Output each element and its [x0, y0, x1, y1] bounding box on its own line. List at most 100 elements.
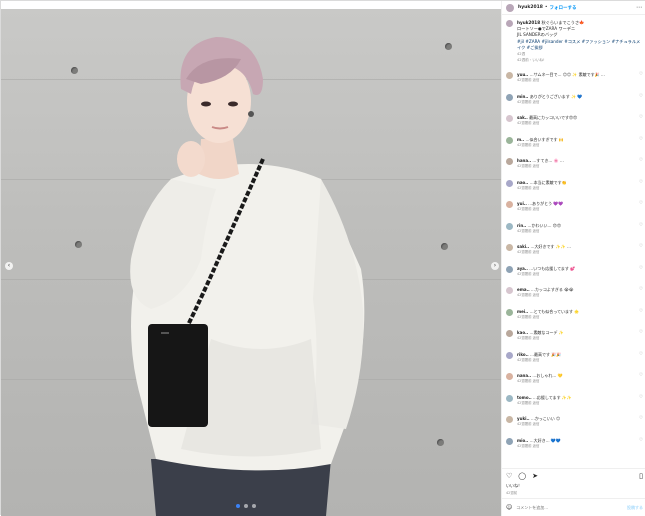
commenter-avatar[interactable]: [506, 351, 513, 359]
comment-heart-icon[interactable]: ♡: [639, 309, 643, 315]
caption-avatar[interactable]: [506, 20, 513, 27]
commenter-avatar[interactable]: [506, 287, 513, 294]
comment-heart-icon[interactable]: ♡: [639, 416, 643, 422]
commenter-username[interactable]: aya..: [517, 266, 528, 271]
comment-row: m.. …似合いすぎです 🙌 42週間前 返信 ♡: [502, 134, 645, 156]
comment-heart-icon[interactable]: ♡: [639, 180, 643, 186]
post-photo[interactable]: ‹ ›: [1, 9, 501, 516]
comment-meta[interactable]: 42週間前 返信: [517, 401, 635, 406]
comment-heart-icon[interactable]: ♡: [639, 72, 643, 78]
commenter-username[interactable]: ema..: [517, 287, 530, 292]
comment-meta[interactable]: 42週間前 返信: [517, 143, 635, 148]
previous-slide-arrow-icon[interactable]: ‹: [5, 262, 13, 270]
comment-text-block: kao.. …素敵なコーデ ✨ 42週間前 返信: [517, 330, 635, 341]
comment-heart-icon[interactable]: ♡: [639, 373, 643, 379]
more-icon[interactable]: ⋯: [636, 4, 642, 11]
bookmark-icon[interactable]: ▯: [639, 472, 643, 480]
commenter-username[interactable]: kao..: [517, 330, 528, 335]
commenter-avatar[interactable]: [506, 222, 513, 230]
follow-button[interactable]: フォローする: [550, 5, 577, 11]
commenter-avatar[interactable]: [506, 72, 513, 79]
commenter-username[interactable]: nana..: [517, 373, 531, 378]
comment-heart-icon[interactable]: ♡: [639, 115, 643, 121]
comment-text: …いつも応援してます 💕: [529, 265, 576, 271]
commenter-username[interactable]: min..: [517, 94, 528, 99]
author-username[interactable]: hyuk2018: [518, 5, 543, 10]
commenter-username[interactable]: rin..: [517, 223, 526, 228]
caption-line1: 秋ぐらいまでこうさ🍁: [541, 20, 585, 25]
comment-heart-icon[interactable]: ♡: [639, 438, 643, 444]
comment-meta[interactable]: 42週間前 返信: [517, 358, 635, 363]
post-comment-button[interactable]: 投稿する: [627, 505, 643, 511]
commenter-username[interactable]: hana..: [517, 158, 531, 163]
commenter-avatar[interactable]: [506, 265, 513, 273]
comment-meta[interactable]: 42週間前 返信: [517, 164, 635, 169]
commenter-username[interactable]: yuki..: [517, 416, 530, 421]
comment-heart-icon[interactable]: ♡: [639, 395, 643, 401]
commenter-avatar[interactable]: [506, 373, 513, 380]
caption-username[interactable]: hyuk2018: [517, 20, 540, 25]
commenter-username[interactable]: saki..: [517, 244, 529, 249]
comment-row: nana.. …おしゃれ… 💛 42週間前 返信 ♡: [502, 370, 645, 392]
commenter-avatar[interactable]: [506, 158, 513, 165]
commenter-avatar[interactable]: [506, 93, 513, 101]
comment-heart-icon[interactable]: ♡: [639, 266, 643, 272]
comment-input[interactable]: [516, 505, 623, 510]
commenter-username[interactable]: m..: [517, 137, 524, 142]
comment-meta[interactable]: 42週間前 返信: [517, 100, 635, 105]
likes-count[interactable]: いいね！: [506, 483, 522, 489]
comment-icon[interactable]: ◯: [518, 472, 526, 480]
comment-meta[interactable]: 42週間前 返信: [517, 207, 635, 212]
comment-meta[interactable]: 42週間前 返信: [517, 250, 635, 255]
commenter-avatar[interactable]: [506, 416, 513, 423]
comment-heart-icon[interactable]: ♡: [639, 223, 643, 229]
share-icon[interactable]: ➤: [532, 472, 538, 480]
commenter-username[interactable]: yui..: [517, 201, 527, 206]
caption-hashtags[interactable]: #jil #ZARA #jilsander #コスメ #ファッション #ナチュラ…: [517, 39, 642, 51]
next-slide-arrow-icon[interactable]: ›: [491, 262, 499, 270]
commenter-username[interactable]: tomo..: [517, 395, 532, 400]
comment-meta[interactable]: 42週間前 返信: [517, 336, 635, 341]
comment-heart-icon[interactable]: ♡: [639, 330, 643, 336]
commenter-username[interactable]: nao..: [517, 180, 528, 185]
comment-list[interactable]: yuu.. …サムネ一目で… 😊😊 ✨ 素敵です🎉 … 42週間前 返信 ♡ min.…: [502, 69, 645, 467]
comment-meta[interactable]: 42週間前 返信: [517, 379, 635, 384]
commenter-username[interactable]: sak..: [517, 115, 528, 120]
comment-meta[interactable]: 42週間前 返信: [517, 444, 635, 449]
commenter-username[interactable]: riko..: [517, 352, 529, 357]
commenter-username[interactable]: yuu..: [517, 72, 528, 77]
comment-row: yuu.. …サムネ一目で… 😊😊 ✨ 素敵です🎉 … 42週間前 返信 ♡: [502, 69, 645, 91]
commenter-avatar[interactable]: [506, 394, 513, 402]
comment-meta[interactable]: 42週間前 返信: [517, 272, 635, 277]
commenter-avatar[interactable]: [506, 179, 513, 187]
comment-text-block: yuki.. …かっこいい 😊 42週間前 返信: [517, 416, 635, 427]
commenter-avatar[interactable]: [506, 330, 513, 337]
emoji-icon[interactable]: ☺: [506, 504, 512, 511]
comment-meta[interactable]: 42週間前 返信: [517, 121, 635, 126]
comment-heart-icon[interactable]: ♡: [639, 201, 643, 207]
comment-meta[interactable]: 42週間前 返信: [517, 293, 635, 298]
comment-row: mei.. …とても似合っています 🌟 42週間前 返信 ♡: [502, 306, 645, 328]
comment-heart-icon[interactable]: ♡: [639, 244, 643, 250]
comment-meta[interactable]: 42週間前 返信: [517, 315, 635, 320]
commenter-avatar[interactable]: [506, 136, 513, 144]
comment-text-block: hana.. …すてき… 🌸 … 42週間前 返信: [517, 158, 635, 169]
comment-heart-icon[interactable]: ♡: [639, 158, 643, 164]
comment-meta[interactable]: 42週間前 返信: [517, 78, 635, 83]
commenter-avatar[interactable]: [506, 437, 513, 445]
commenter-username[interactable]: mio..: [517, 438, 528, 443]
commenter-avatar[interactable]: [506, 201, 513, 208]
comment-heart-icon[interactable]: ♡: [639, 137, 643, 143]
comment-heart-icon[interactable]: ♡: [639, 94, 643, 100]
heart-icon[interactable]: ♡: [506, 472, 512, 480]
commenter-avatar[interactable]: [506, 115, 513, 122]
commenter-username[interactable]: mei..: [517, 309, 528, 314]
comment-meta[interactable]: 42週間前 返信: [517, 186, 635, 191]
comment-meta[interactable]: 42週間前 返信: [517, 229, 635, 234]
commenter-avatar[interactable]: [506, 308, 513, 316]
comment-heart-icon[interactable]: ♡: [639, 287, 643, 293]
comment-meta[interactable]: 42週間前 返信: [517, 422, 635, 427]
commenter-avatar[interactable]: [506, 244, 513, 251]
comment-heart-icon[interactable]: ♡: [639, 352, 643, 358]
author-avatar[interactable]: [506, 3, 514, 12]
